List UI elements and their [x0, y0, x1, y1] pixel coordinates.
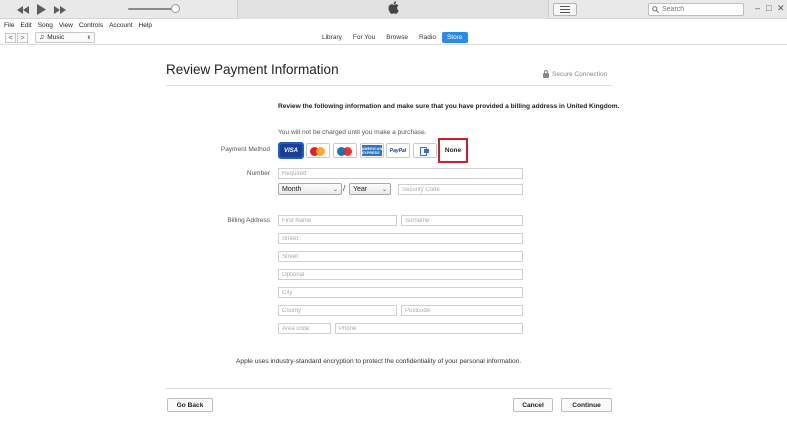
maximize-button[interactable]: □: [766, 2, 771, 15]
menu-file[interactable]: File: [4, 22, 14, 29]
rewind-icon[interactable]: [16, 3, 30, 16]
payment-none-option[interactable]: None: [438, 138, 468, 163]
date-separator: /: [343, 184, 346, 193]
menu-view[interactable]: View: [59, 22, 73, 29]
menu-bar: File Edit Song View Controls Account Hel…: [0, 20, 787, 31]
media-kind-label: Music: [47, 34, 65, 41]
maestro-icon: [337, 146, 353, 156]
mastercard-icon: [310, 146, 326, 156]
nav-bar: < > ♫ Music ⬍ Library For You Browse Rad…: [0, 31, 787, 45]
tab-for-you[interactable]: For You: [348, 32, 380, 43]
close-button[interactable]: ✕: [777, 2, 785, 15]
menu-controls[interactable]: Controls: [79, 22, 103, 29]
up-next-list-button[interactable]: [553, 3, 577, 16]
year-value: Year: [353, 185, 368, 193]
now-playing-display: [237, 0, 549, 19]
year-select[interactable]: Year ⌄: [349, 183, 391, 195]
search-input[interactable]: [659, 4, 739, 15]
payment-amex[interactable]: AMERICAN EXPRESS: [360, 143, 384, 158]
tab-radio[interactable]: Radio: [414, 32, 441, 43]
chevron-down-icon: ⌄: [332, 187, 338, 193]
payment-other[interactable]: [413, 143, 437, 158]
charge-notice: You will not be charged until you make a…: [278, 129, 427, 136]
go-back-button[interactable]: Go Back: [167, 398, 213, 412]
tab-store[interactable]: Store: [441, 32, 468, 43]
security-code-field[interactable]: [398, 184, 523, 195]
tab-library[interactable]: Library: [317, 32, 347, 43]
card-number-field[interactable]: [278, 168, 523, 179]
street-field-1[interactable]: [278, 233, 523, 244]
paypal-logo: PayPal: [389, 147, 407, 154]
area-code-field[interactable]: [278, 323, 331, 334]
search-box[interactable]: [648, 3, 744, 16]
list-icon: [560, 6, 570, 13]
divider: [166, 388, 612, 389]
chevron-down-icon: ⌄: [381, 187, 387, 193]
payment-visa[interactable]: VISA: [279, 143, 303, 158]
menu-edit[interactable]: Edit: [20, 22, 31, 29]
search-icon: [652, 6, 659, 13]
month-select[interactable]: Month ⌄: [278, 183, 342, 195]
carrier-billing-icon: [419, 146, 431, 156]
play-icon[interactable]: [35, 3, 47, 16]
forward-button[interactable]: >: [17, 33, 28, 43]
minimize-button[interactable]: –: [755, 2, 760, 15]
continue-button[interactable]: Continue: [561, 398, 612, 412]
secure-connection: Secure Connection: [543, 70, 608, 78]
menu-help[interactable]: Help: [139, 22, 152, 29]
apple-logo-icon: [388, 0, 399, 19]
encryption-note: Apple uses industry-standard encryption …: [236, 358, 522, 365]
page-title: Review Payment Information: [166, 62, 339, 77]
first-name-field[interactable]: [278, 215, 397, 226]
optional-field[interactable]: [278, 269, 523, 280]
postcode-field[interactable]: [401, 305, 523, 316]
divider: [166, 85, 612, 86]
surname-field[interactable]: [401, 215, 523, 226]
menu-song[interactable]: Song: [38, 22, 53, 29]
player-bar: – □ ✕: [0, 0, 787, 19]
number-label: Number: [246, 170, 270, 177]
county-field[interactable]: [278, 305, 397, 316]
chevron-updown-icon: ⬍: [86, 34, 91, 41]
back-button[interactable]: <: [5, 33, 16, 43]
phone-field[interactable]: [335, 323, 523, 334]
volume-slider[interactable]: [128, 8, 176, 10]
city-field[interactable]: [278, 287, 523, 298]
fast-forward-icon[interactable]: [53, 3, 67, 16]
tab-bar: Library For You Browse Radio Store: [317, 32, 469, 43]
amex-logo: AMERICAN EXPRESS: [361, 145, 383, 156]
tab-browse[interactable]: Browse: [381, 32, 413, 43]
media-kind-select[interactable]: ♫ Music ⬍: [35, 32, 95, 43]
music-note-icon: ♫: [39, 34, 45, 41]
volume-slider-thumb[interactable]: [171, 4, 180, 13]
payment-mastercard[interactable]: [306, 143, 330, 158]
payment-maestro[interactable]: [333, 143, 357, 158]
street-field-2[interactable]: [278, 251, 523, 262]
payment-method-label: Payment Method: [220, 146, 270, 153]
payment-paypal[interactable]: PayPal: [386, 143, 410, 158]
month-value: Month: [282, 185, 302, 193]
menu-account[interactable]: Account: [109, 22, 133, 29]
billing-address-label: Billing Address: [227, 217, 270, 224]
intro-text: Review the following information and mak…: [278, 103, 620, 110]
secure-connection-label: Secure Connection: [552, 71, 608, 78]
cancel-button[interactable]: Cancel: [513, 398, 553, 412]
visa-logo: VISA: [280, 144, 302, 157]
lock-icon: [543, 70, 549, 78]
